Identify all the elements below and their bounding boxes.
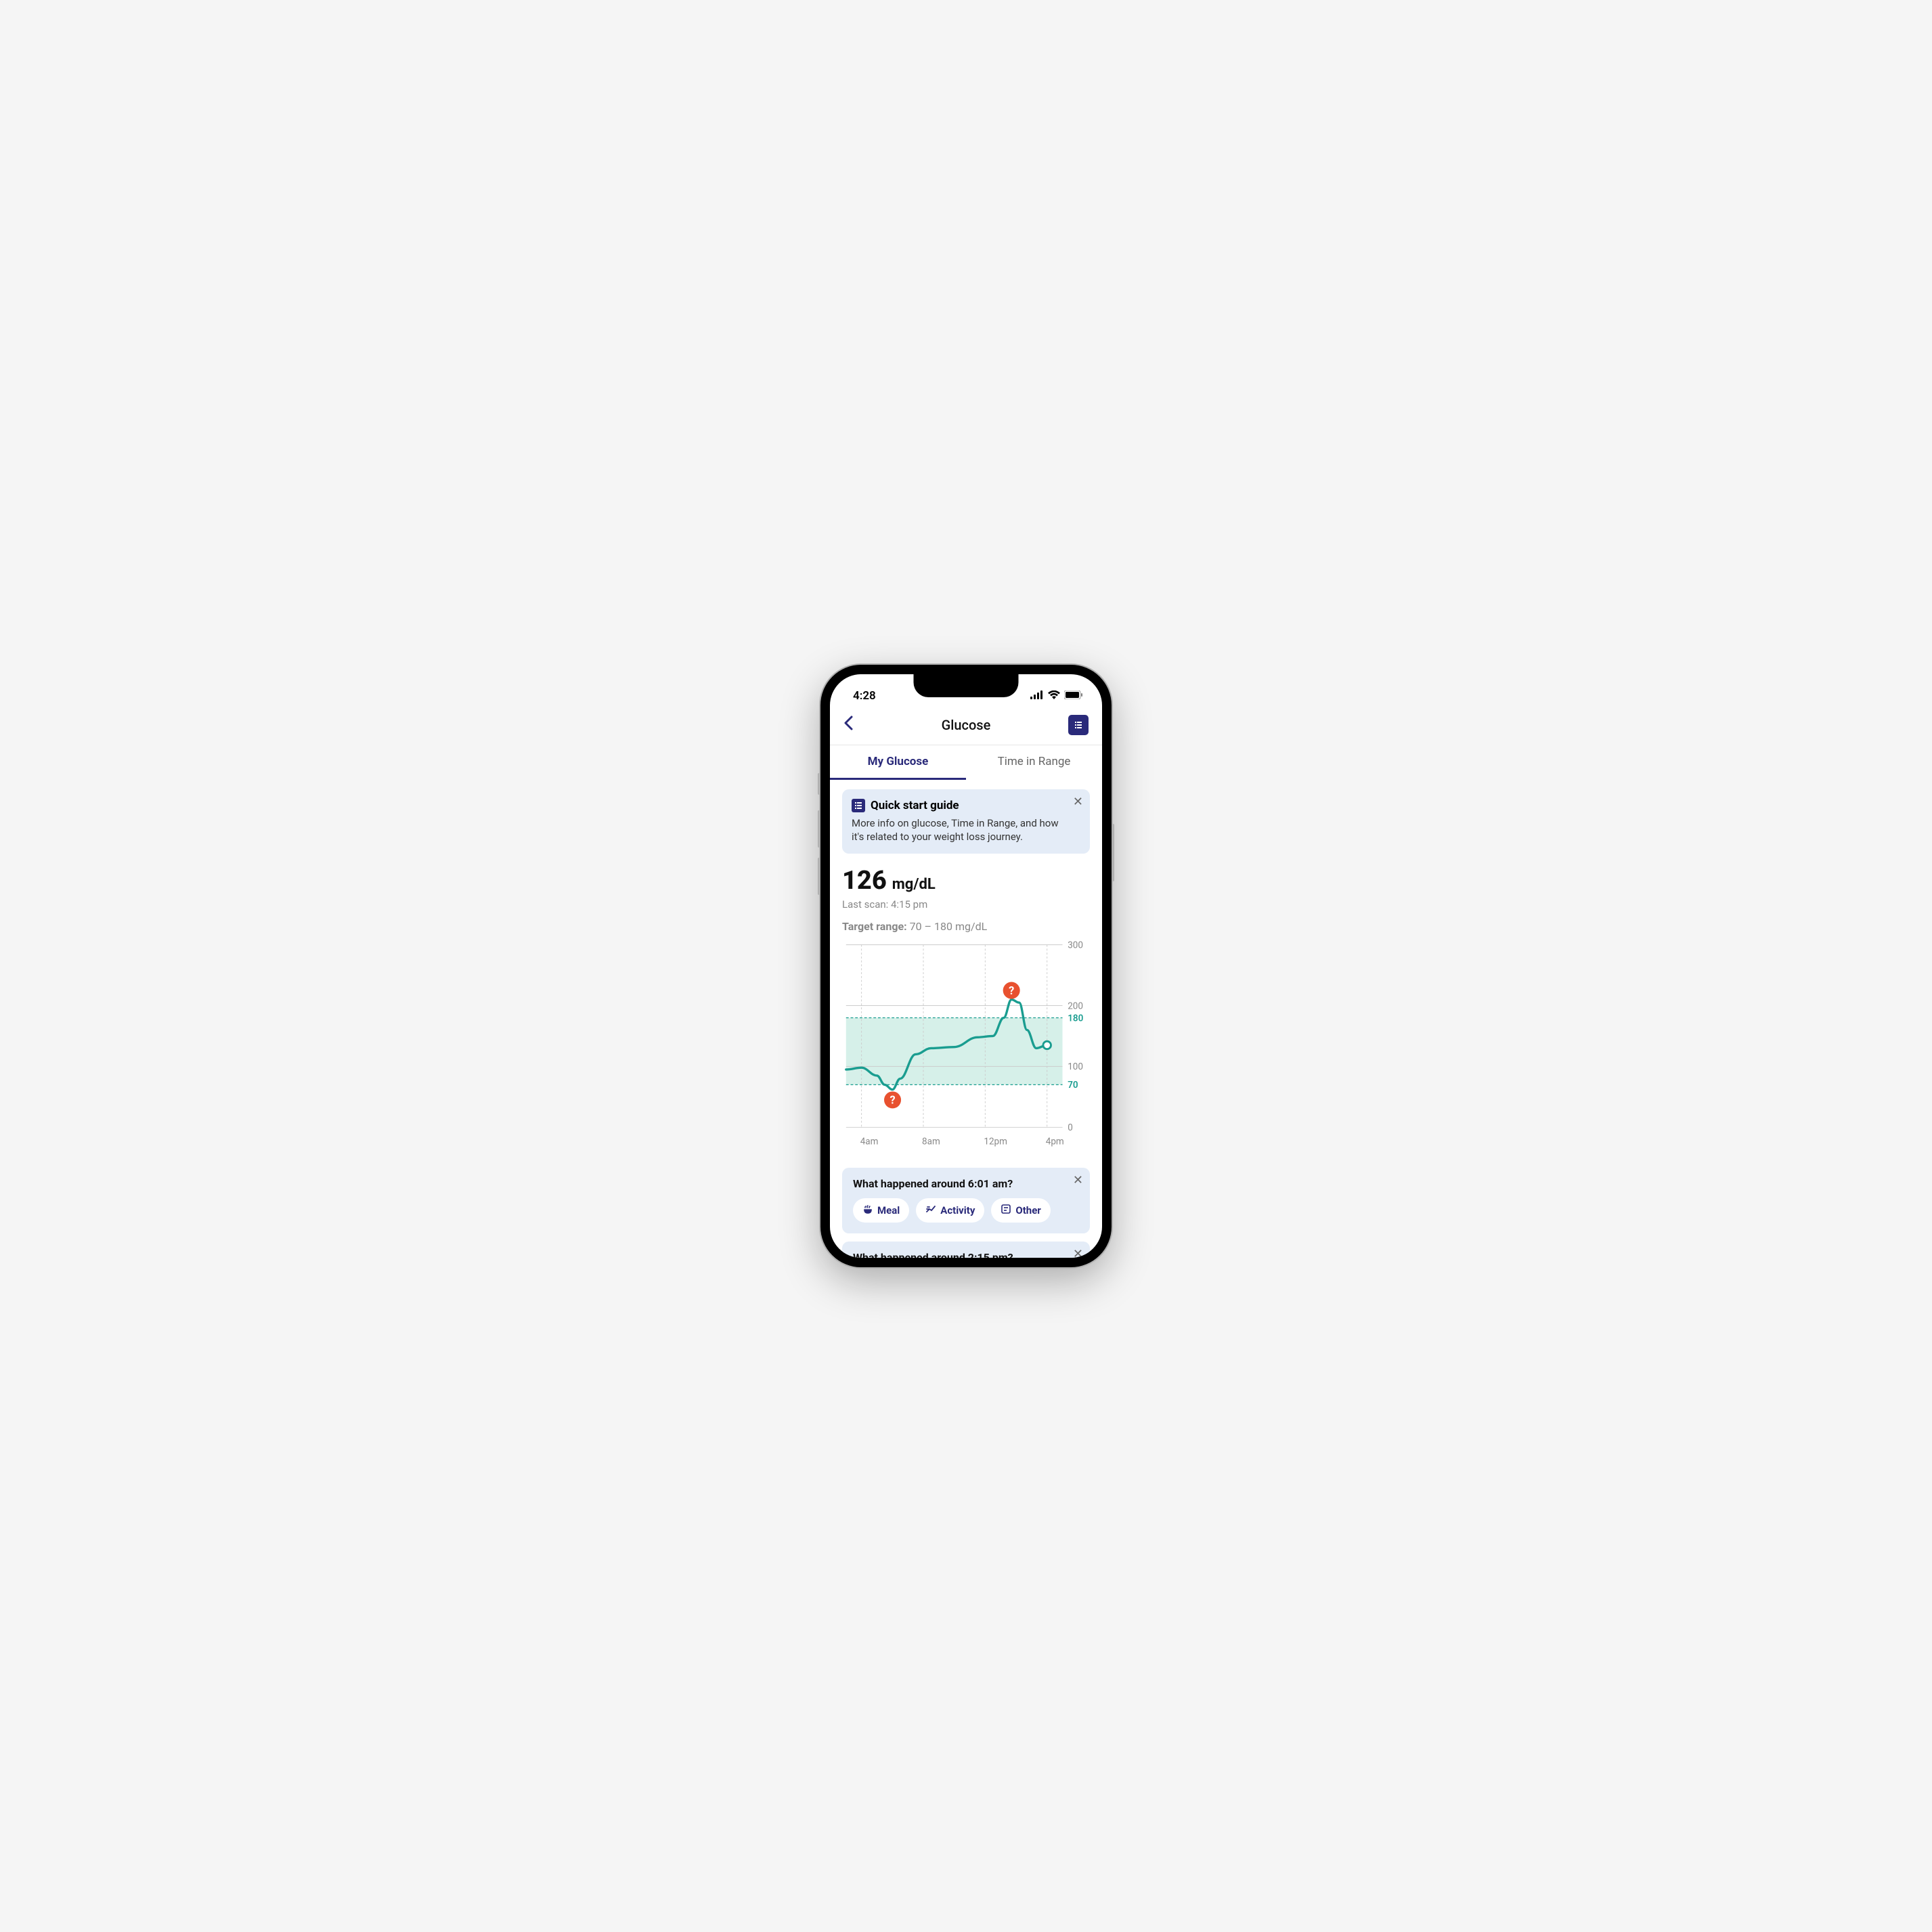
notch [914, 674, 1019, 697]
cellular-icon [1030, 689, 1044, 703]
svg-text:180: 180 [1068, 1013, 1083, 1024]
page-title: Glucose [942, 717, 991, 733]
prompt-card-1: ✕ What happened around 6:01 am? Meal Act… [842, 1168, 1090, 1233]
svg-text:?: ? [1009, 984, 1014, 996]
chip-label: Meal [877, 1204, 900, 1216]
reading-unit: mg/dL [892, 876, 936, 893]
prompt-title: What happened around 2:15 pm? [853, 1251, 1066, 1258]
phone-frame: 4:28 Glucose My Glu [820, 665, 1112, 1267]
battery-icon [1064, 689, 1083, 703]
svg-text:8am: 8am [922, 1136, 940, 1147]
side-button-vol-down [818, 858, 820, 895]
chip-activity[interactable]: Activity [916, 1198, 984, 1223]
menu-button[interactable] [1068, 715, 1089, 735]
back-button[interactable] [843, 716, 864, 734]
reading-value: 126 [842, 866, 887, 896]
svg-text:4pm: 4pm [1046, 1136, 1064, 1147]
svg-text:12pm: 12pm [984, 1136, 1007, 1147]
quick-start-body: More info on glucose, Time in Range, and… [852, 816, 1066, 844]
side-button-power [1112, 824, 1114, 881]
svg-text:0: 0 [1068, 1122, 1073, 1133]
content-scroll[interactable]: ✕ Quick start guide More info on glucose… [830, 780, 1102, 1258]
glucose-chart[interactable]: 0 100 200 300 180 70 4am 8am 12pm 4pm?? [842, 938, 1090, 1156]
side-button-silence [818, 773, 820, 795]
phone-screen: 4:28 Glucose My Glu [830, 674, 1102, 1258]
close-icon[interactable]: ✕ [1073, 1247, 1083, 1258]
side-button-vol-up [818, 810, 820, 848]
quick-start-title: Quick start guide [871, 799, 959, 812]
meal-icon [862, 1204, 873, 1217]
quick-start-card: ✕ Quick start guide More info on glucose… [842, 789, 1090, 854]
list-icon [852, 799, 865, 812]
svg-text:?: ? [890, 1093, 895, 1106]
chip-label: Other [1015, 1204, 1040, 1216]
chip-other[interactable]: Other [991, 1198, 1050, 1223]
target-range: Target range: 70 – 180 mg/dL [842, 920, 1090, 933]
target-range-label: Target range: [842, 920, 907, 933]
svg-text:4am: 4am [860, 1136, 879, 1147]
close-icon[interactable]: ✕ [1073, 1173, 1083, 1187]
svg-text:100: 100 [1068, 1061, 1083, 1072]
chip-meal[interactable]: Meal [853, 1198, 909, 1223]
svg-text:300: 300 [1068, 940, 1083, 950]
tab-time-in-range[interactable]: Time in Range [966, 745, 1102, 780]
svg-text:200: 200 [1068, 1001, 1083, 1011]
activity-icon [925, 1204, 936, 1217]
prompt-title: What happened around 6:01 am? [853, 1177, 1066, 1190]
wifi-icon [1048, 689, 1060, 703]
app-header: Glucose [830, 708, 1102, 745]
current-reading: 126 mg/dL [842, 866, 1090, 896]
status-time: 4:28 [853, 689, 876, 703]
prompt-card-2: ✕ What happened around 2:15 pm? [842, 1242, 1090, 1258]
close-icon[interactable]: ✕ [1073, 795, 1083, 809]
chip-label: Activity [940, 1204, 975, 1216]
target-range-value: 70 – 180 mg/dL [910, 920, 988, 933]
svg-text:70: 70 [1068, 1080, 1078, 1091]
tabs: My Glucose Time in Range [830, 745, 1102, 780]
note-icon [1001, 1204, 1011, 1217]
tab-my-glucose[interactable]: My Glucose [830, 745, 966, 780]
last-scan-label: Last scan: 4:15 pm [842, 898, 1090, 910]
